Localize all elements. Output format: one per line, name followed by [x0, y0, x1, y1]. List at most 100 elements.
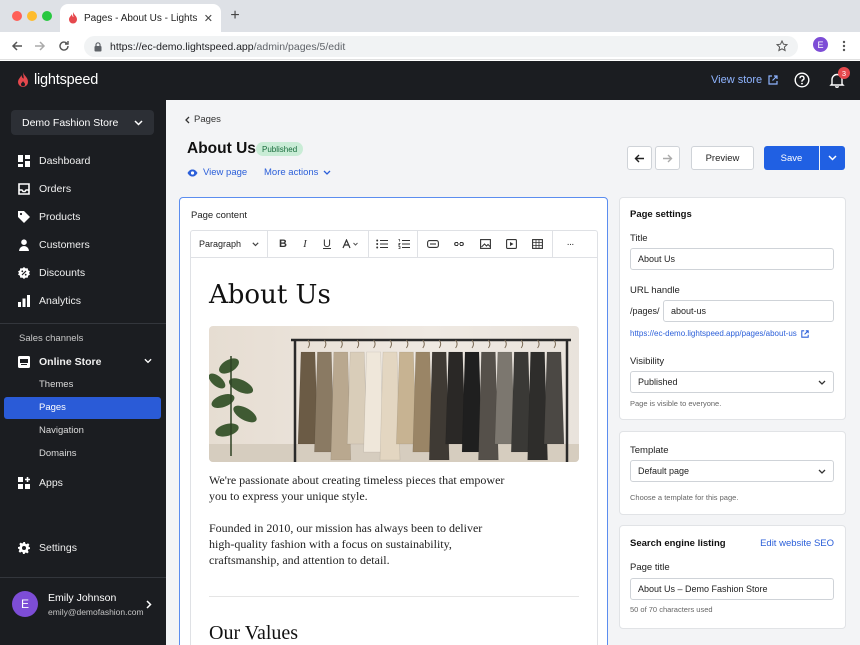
sidebar-item-orders[interactable]: Orders — [18, 181, 71, 197]
external-link-icon — [801, 329, 809, 338]
table-icon[interactable] — [524, 231, 550, 257]
full-url-link[interactable]: https://ec-demo.lightspeed.app/pages/abo… — [630, 329, 809, 338]
sidebar-item-label: Products — [39, 211, 81, 223]
video-icon[interactable] — [498, 231, 524, 257]
page-content-editor: Page content Paragraph B I U ··· About U… — [179, 197, 608, 645]
content-paragraph-2: Founded in 2010, our mission has always … — [209, 521, 483, 567]
url-field[interactable]: https://ec-demo.lightspeed.app/admin/pag… — [84, 36, 798, 57]
arrow-left-icon — [634, 154, 644, 162]
embed-icon[interactable] — [420, 231, 446, 257]
link-icon[interactable] — [446, 231, 472, 257]
view-store-link[interactable]: View store — [711, 74, 778, 86]
clothing-rack-image — [209, 326, 579, 462]
new-tab-button[interactable]: + — [227, 8, 243, 24]
user-name: Emily Johnson — [48, 591, 117, 604]
more-options-icon[interactable]: ··· — [555, 231, 585, 257]
browser-menu-icon[interactable] — [836, 38, 852, 54]
minimize-window-button[interactable] — [27, 11, 37, 21]
image-icon[interactable] — [472, 231, 498, 257]
tab-title: Pages - About Us - Lightspeed — [84, 12, 198, 24]
italic-icon[interactable]: I — [294, 231, 316, 257]
underline-icon[interactable]: U — [316, 231, 338, 257]
chevron-down-icon — [323, 170, 331, 175]
bar-chart-icon — [18, 295, 30, 307]
reload-icon[interactable] — [56, 38, 72, 54]
chevron-down-icon — [144, 358, 152, 364]
chevron-down-icon — [828, 155, 837, 161]
numbered-list-icon[interactable] — [393, 231, 415, 257]
more-actions-dropdown[interactable]: More actions — [264, 167, 331, 178]
preview-button[interactable]: Preview — [691, 146, 754, 170]
sidebar-item-dashboard[interactable]: Dashboard — [18, 153, 90, 169]
view-page-link[interactable]: View page — [187, 167, 247, 178]
discount-icon — [18, 267, 30, 279]
visibility-select[interactable]: Published — [630, 371, 834, 393]
sidebar-subitem-domains[interactable]: Domains — [39, 448, 77, 459]
seo-page-title-label: Page title — [630, 562, 670, 573]
save-button[interactable]: Save — [764, 146, 819, 170]
app-header: lightspeed View store — [0, 61, 860, 100]
active-item-highlight — [4, 397, 161, 419]
chevron-right-icon[interactable] — [146, 600, 152, 609]
sidebar-item-analytics[interactable]: Analytics — [18, 293, 81, 309]
avatar: E — [12, 591, 38, 617]
url-prefix: /pages/ — [630, 306, 660, 316]
back-arrow-icon[interactable] — [9, 38, 25, 54]
seo-page-title-input[interactable]: About Us – Demo Fashion Store — [630, 578, 834, 600]
sidebar-item-discounts[interactable]: Discounts — [18, 265, 85, 281]
breadcrumb-pages: Pages — [194, 114, 221, 125]
forward-arrow-icon[interactable] — [32, 38, 48, 54]
bookmark-star-icon[interactable] — [774, 38, 790, 54]
apps-grid-icon — [18, 477, 30, 489]
sidebar-item-label: Customers — [39, 239, 90, 251]
bold-icon[interactable]: B — [272, 231, 294, 257]
close-window-button[interactable] — [12, 11, 22, 21]
breadcrumb[interactable]: Pages — [184, 114, 221, 125]
store-selector[interactable]: Demo Fashion Store — [11, 110, 154, 135]
sidebar-item-customers[interactable]: Customers — [18, 237, 90, 253]
next-page-button[interactable] — [655, 146, 680, 170]
close-tab-icon[interactable]: ✕ — [204, 12, 213, 25]
page-title: About Us — [187, 140, 256, 157]
chevron-down-icon — [134, 119, 143, 126]
page-content-label: Page content — [191, 210, 247, 221]
url-path: /admin/pages/5/edit — [253, 40, 346, 53]
clothing-rack-illustration — [209, 326, 579, 462]
maximize-window-button[interactable] — [42, 11, 52, 21]
help-icon[interactable] — [794, 72, 810, 88]
browser-profile-avatar[interactable]: E — [813, 37, 828, 52]
sidebar-subitem-navigation[interactable]: Navigation — [39, 425, 84, 436]
save-options-button[interactable] — [820, 146, 845, 170]
sales-channels-heading: Sales channels — [19, 333, 84, 344]
lightspeed-flame-icon — [18, 72, 28, 87]
sidebar-subitem-themes[interactable]: Themes — [39, 379, 73, 390]
url-handle-input[interactable]: about-us — [663, 300, 834, 322]
template-hint: Choose a template for this page. — [630, 493, 739, 502]
format-select[interactable]: Paragraph — [191, 231, 268, 257]
template-select[interactable]: Default page — [630, 460, 834, 482]
page-settings-card: Page settings Title About Us URL handle … — [619, 197, 846, 420]
sidebar-item-online-store[interactable]: Online Store — [18, 354, 154, 370]
editor-body[interactable]: About Us We're passionate about creating… — [190, 258, 598, 645]
lightspeed-logo[interactable]: lightspeed — [17, 72, 98, 88]
text-color-icon[interactable] — [338, 231, 366, 257]
bulleted-list-icon[interactable] — [371, 231, 393, 257]
page-settings-heading: Page settings — [630, 209, 692, 220]
sidebar-item-apps[interactable]: Apps — [18, 475, 63, 491]
user-profile[interactable]: E Emily Johnson emily@demofashion.com — [12, 591, 144, 617]
sidebar-subitem-pages[interactable]: Pages — [39, 402, 66, 413]
seo-character-counter: 50 of 70 characters used — [630, 605, 713, 614]
lock-icon — [94, 41, 102, 52]
sidebar-item-settings[interactable]: Settings — [18, 540, 77, 556]
sidebar: Demo Fashion Store Dashboard Orders Prod… — [0, 100, 166, 645]
sidebar-item-label: Online Store — [39, 356, 102, 368]
sidebar-divider — [0, 577, 166, 578]
title-input[interactable]: About Us — [630, 248, 834, 270]
edit-seo-link[interactable]: Edit website SEO — [760, 538, 834, 549]
previous-page-button[interactable] — [627, 146, 652, 170]
sidebar-divider — [0, 323, 166, 324]
arrow-right-icon — [663, 154, 673, 162]
browser-tab[interactable]: Pages - About Us - Lightspeed ✕ — [60, 4, 221, 32]
user-email: emily@demofashion.com — [48, 606, 144, 617]
sidebar-item-products[interactable]: Products — [18, 209, 80, 225]
